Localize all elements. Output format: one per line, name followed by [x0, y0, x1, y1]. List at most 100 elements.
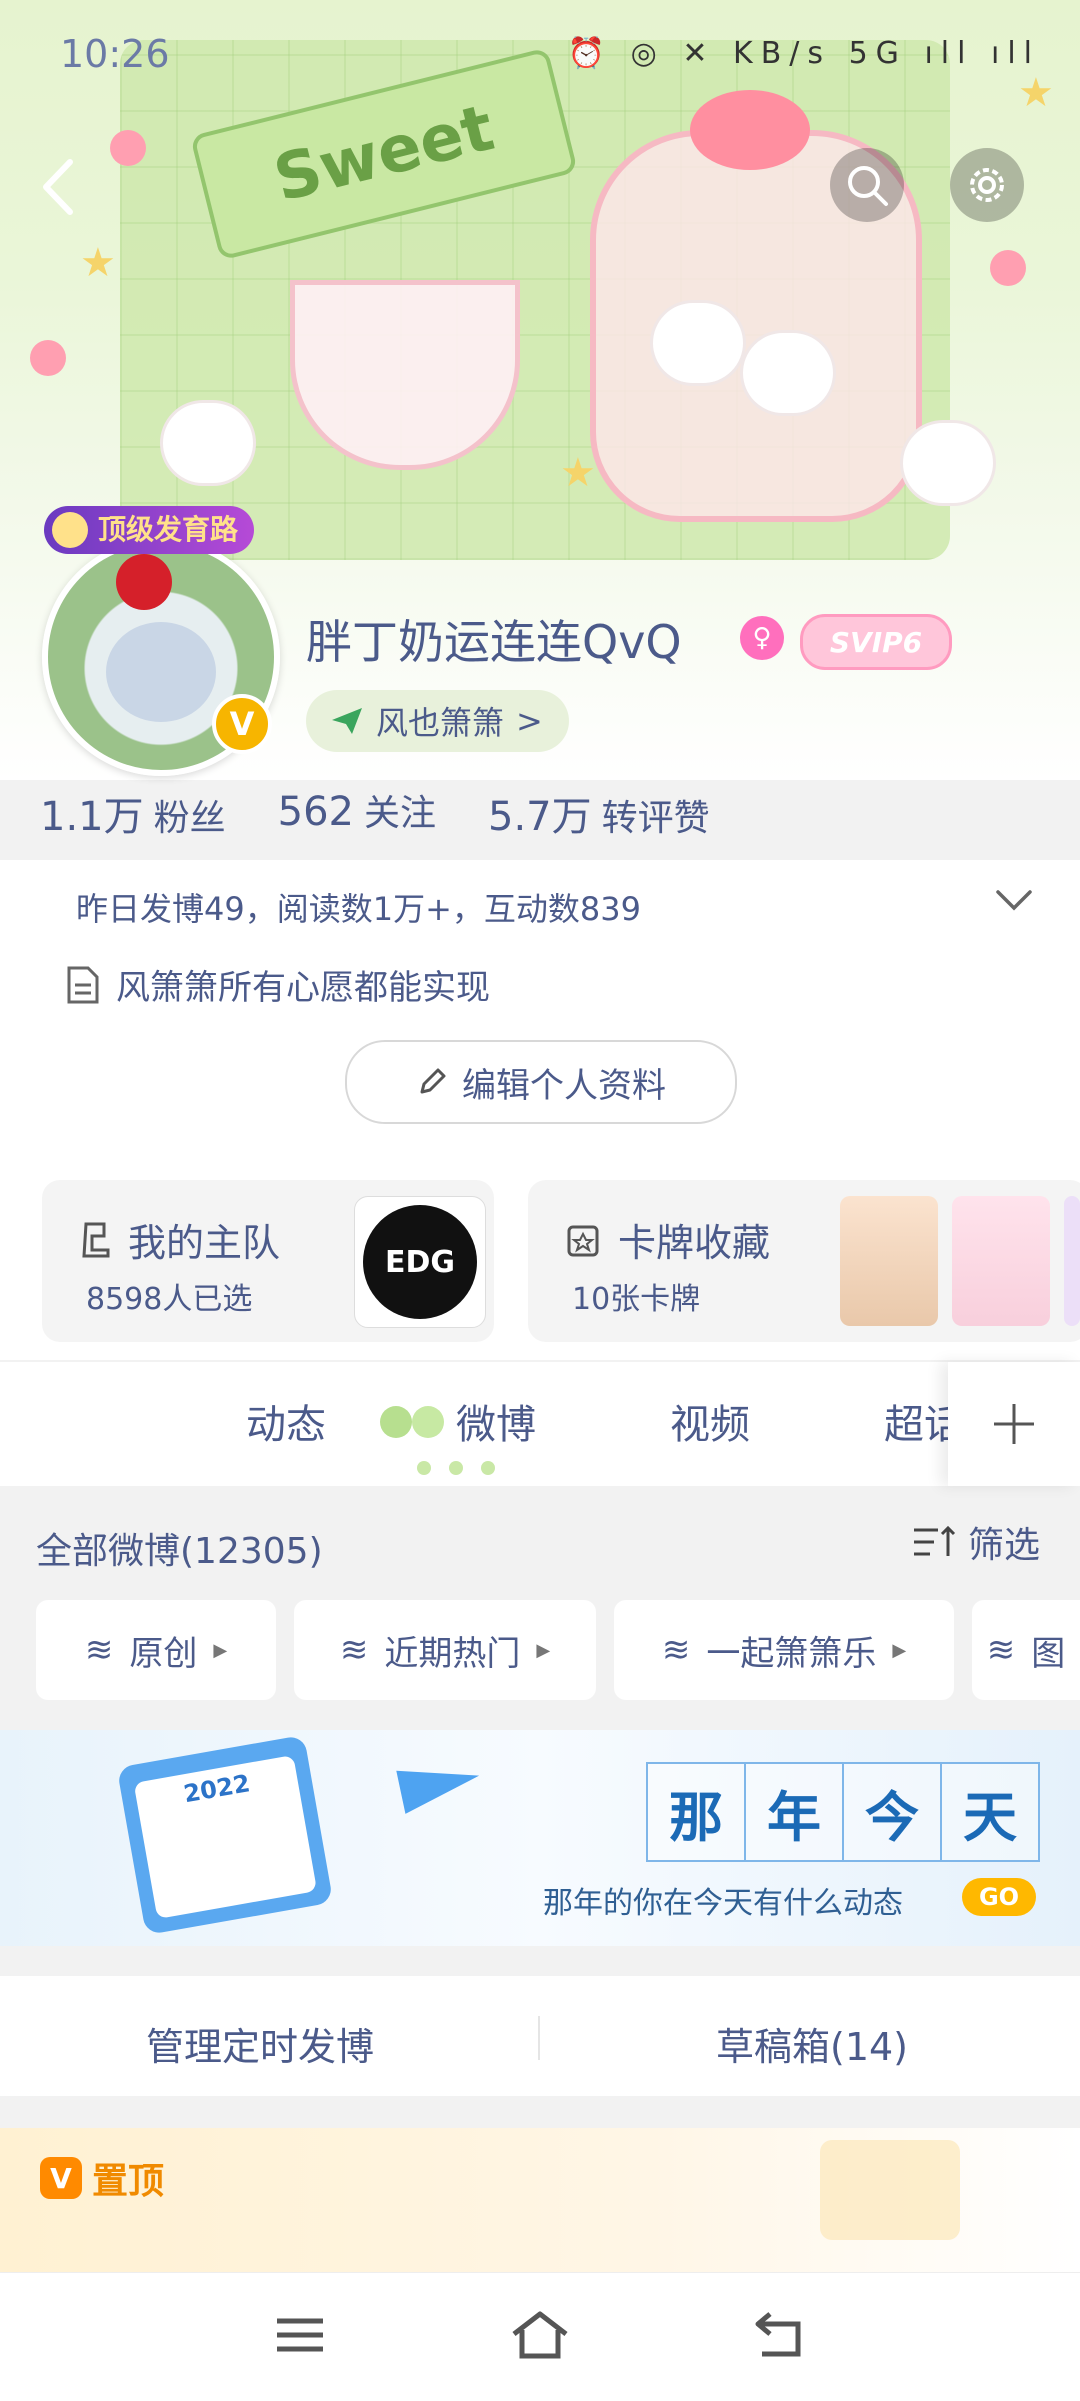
interactions-label: 转评赞	[601, 798, 710, 839]
title-char: 今	[842, 1762, 942, 1862]
search-icon	[848, 166, 888, 206]
scheduled-posts-button[interactable]: 管理定时发博	[146, 2016, 374, 2071]
strawberry-decoration	[110, 130, 146, 166]
team-logo: EDG	[354, 1196, 486, 1328]
interactions-stat[interactable]: 5.7万 转评赞	[488, 784, 710, 842]
pinned-text: 置顶	[92, 2161, 165, 2202]
chip-original[interactable]: ≋ 原创 ▶	[36, 1600, 276, 1700]
pencil-icon	[420, 1068, 446, 1094]
fan-group-chip[interactable]: 风也箫箫 >	[306, 690, 569, 752]
following-label: 关注	[364, 793, 437, 834]
layers-icon: ≋	[986, 1630, 1016, 1670]
interactions-count: 5.7万	[488, 794, 592, 840]
chevron-left-icon	[43, 159, 73, 215]
card-thumbnail[interactable]	[840, 1196, 938, 1326]
star-decoration: ★	[560, 450, 596, 496]
filter-button[interactable]: 筛选	[912, 1516, 1040, 1568]
layers-icon: ≋	[339, 1630, 369, 1670]
on-this-day-title: 那 年 今 天	[646, 1762, 1040, 1862]
intro-text: 风箫箫所有心愿都能实现	[116, 968, 490, 1008]
team-icon	[82, 1222, 110, 1257]
chip-image-label: 图	[1031, 1633, 1066, 1674]
female-icon: ♀	[740, 616, 784, 660]
fan-group-label: 风也箫箫	[376, 704, 505, 742]
rank-badge-icon	[52, 512, 88, 548]
document-icon	[67, 966, 99, 1003]
profile-intro: 风箫箫所有心愿都能实现	[66, 960, 490, 1009]
star-decoration: ★	[80, 240, 116, 286]
tab-active-indicator	[404, 1460, 508, 1476]
edit-profile-label: 编辑个人资料	[462, 1065, 666, 1106]
svip-badge[interactable]: SVIP6	[800, 614, 952, 670]
home-icon	[512, 2311, 568, 2359]
chip-recent-hot[interactable]: ≋ 近期热门 ▶	[294, 1600, 596, 1700]
calendar-icon: 2022	[116, 1734, 334, 1936]
title-char: 天	[940, 1762, 1040, 1862]
back-button[interactable]	[30, 152, 90, 222]
tab-weibo[interactable]: 微博	[456, 1392, 536, 1450]
chevron-right-icon: >	[516, 702, 543, 740]
status-icons-text: ⏰ ◎ ✕ KB/s 5G ıll ıll	[567, 36, 1040, 71]
username: 胖丁奶运连连QvQ	[306, 615, 682, 669]
filter-icon	[914, 1525, 956, 1556]
tab-video[interactable]: 视频	[670, 1392, 750, 1450]
triangle-right-icon: ▶	[892, 1639, 907, 1661]
chip-xiaoxiao[interactable]: ≋ 一起箫箫乐 ▶	[614, 1600, 954, 1700]
chip-xiaoxiao-label: 一起箫箫乐	[706, 1633, 877, 1674]
profile-stats: 1.1万 粉丝 562 关注 5.7万 转评赞	[40, 784, 710, 842]
my-team-title: 我的主队	[78, 1212, 280, 1267]
bear-decoration	[160, 400, 256, 486]
layers-icon: ≋	[84, 1630, 114, 1670]
gear-icon	[970, 168, 1004, 202]
card-thumbnail[interactable]	[952, 1196, 1050, 1326]
card-collection-sub: 10张卡牌	[572, 1282, 701, 1317]
status-time: 10:26	[60, 32, 170, 76]
chip-recent-hot-label: 近期热门	[384, 1633, 521, 1674]
back-nav-button[interactable]	[735, 2300, 825, 2370]
verified-badge: V	[212, 694, 272, 754]
search-button[interactable]	[830, 148, 904, 222]
following-stat[interactable]: 562 关注	[278, 784, 436, 842]
layers-icon: ≋	[661, 1630, 691, 1670]
fans-label: 粉丝	[153, 798, 226, 839]
chip-original-label: 原创	[129, 1633, 198, 1674]
go-button[interactable]: GO	[962, 1878, 1036, 1916]
card-collection-label: 卡牌收藏	[618, 1221, 771, 1265]
chevron-down-icon	[996, 890, 1032, 911]
on-this-day-subtitle: 那年的你在今天有什么动态	[543, 1886, 903, 1921]
tab-feed[interactable]: 动态	[246, 1392, 326, 1450]
settings-button[interactable]	[950, 148, 1024, 222]
card-thumbnail[interactable]	[1064, 1196, 1080, 1326]
edit-profile-button[interactable]: 编辑个人资料	[345, 1040, 737, 1124]
status-icons: ⏰ ◎ ✕ KB/s 5G ıll ıll	[568, 36, 1040, 71]
my-team-label: 我的主队	[128, 1221, 281, 1265]
fans-count: 1.1万	[40, 794, 144, 840]
bear-decoration	[900, 420, 996, 506]
crown-decoration	[820, 2140, 960, 2240]
rank-badge[interactable]: 顶级发育路	[44, 506, 255, 554]
drafts-button[interactable]: 草稿箱(14)	[716, 2016, 908, 2071]
add-tab-button[interactable]	[948, 1362, 1080, 1486]
bear-decoration	[740, 330, 836, 416]
triangle-right-icon: ▶	[536, 1639, 551, 1661]
following-count: 562	[277, 789, 354, 835]
home-nav-button[interactable]	[495, 2300, 585, 2370]
chip-image[interactable]: ≋ 图	[972, 1600, 1080, 1700]
strawberry-decoration	[990, 250, 1026, 286]
plus-icon	[994, 1404, 1034, 1444]
strawberry-decoration	[30, 340, 66, 376]
menu-icon	[277, 2318, 323, 2352]
all-weibo-count: 全部微博(12305)	[36, 1531, 323, 1572]
fans-stat[interactable]: 1.1万 粉丝	[40, 784, 226, 842]
star-decoration: ★	[1018, 70, 1054, 116]
expand-button[interactable]	[994, 880, 1034, 920]
filter-label: 筛选	[968, 1525, 1041, 1566]
divider	[538, 2016, 540, 2060]
bear-decoration	[650, 300, 746, 386]
avatar-cherry	[116, 554, 172, 610]
my-team-sub: 8598人已选	[86, 1282, 253, 1317]
strawberry-decoration	[690, 90, 810, 170]
pinned-label: V 置顶	[40, 2152, 164, 2204]
menu-nav-button[interactable]	[255, 2300, 345, 2370]
card-collection-title: 卡牌收藏	[564, 1212, 770, 1267]
